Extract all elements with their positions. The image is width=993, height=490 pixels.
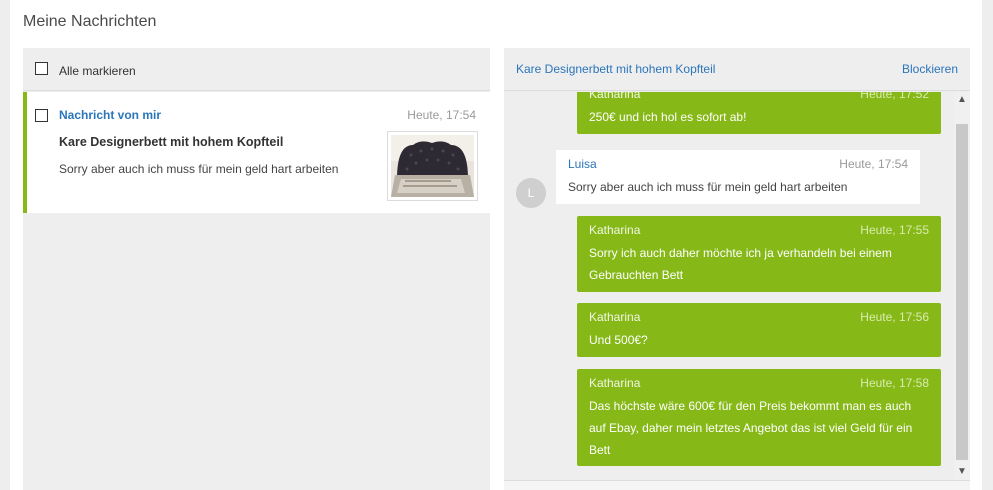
message-subject: Kare Designerbett mit hohem Kopfteil bbox=[59, 135, 284, 149]
messages-card: Meine Nachrichten Alle markieren Nachric… bbox=[10, 0, 982, 490]
conversation-panel: Kare Designerbett mit hohem Kopfteil Blo… bbox=[504, 48, 970, 490]
message-thread[interactable]: Katharina Heute, 17:52 250€ und ich hol … bbox=[504, 92, 954, 480]
chat-message: Katharina Heute, 17:58 Das höchste wäre … bbox=[577, 369, 941, 466]
bed-thumbnail-image[interactable] bbox=[387, 131, 478, 201]
chat-author: Katharina bbox=[589, 310, 641, 324]
chat-text: Das höchste wäre 600€ für den Preis beko… bbox=[589, 399, 913, 457]
chat-message: Katharina Heute, 17:52 250€ und ich hol … bbox=[577, 92, 941, 134]
scroll-down-arrow-icon[interactable]: ▼ bbox=[954, 464, 970, 480]
bed-image-icon bbox=[391, 135, 474, 197]
chat-text: Sorry ich auch daher möchte ich ja verha… bbox=[589, 246, 892, 282]
select-all-label[interactable]: Alle markieren bbox=[59, 64, 136, 78]
chat-text: 250€ und ich hol es sofort ab! bbox=[589, 110, 747, 124]
select-all-checkbox[interactable] bbox=[35, 62, 48, 75]
chat-author: Katharina bbox=[589, 223, 641, 237]
conversation-header: Kare Designerbett mit hohem Kopfteil Blo… bbox=[504, 48, 970, 91]
conversation-footer bbox=[504, 480, 970, 490]
chat-text: Sorry aber auch ich muss für mein geld h… bbox=[568, 180, 848, 194]
conversation-title-link[interactable]: Kare Designerbett mit hohem Kopfteil bbox=[516, 62, 715, 76]
chat-author: Luisa bbox=[568, 157, 597, 171]
message-list-item[interactable]: Nachricht von mir Heute, 17:54 Kare Desi… bbox=[23, 92, 490, 213]
message-list-header: Alle markieren bbox=[23, 48, 490, 91]
chat-message: Katharina Heute, 17:55 Sorry ich auch da… bbox=[577, 216, 941, 292]
page-title: Meine Nachrichten bbox=[23, 13, 157, 30]
scroll-up-arrow-icon[interactable]: ▲ bbox=[954, 92, 970, 108]
message-sender[interactable]: Nachricht von mir bbox=[59, 108, 161, 122]
message-preview: Sorry aber auch ich muss für mein geld h… bbox=[59, 162, 339, 176]
chat-time: Heute, 17:54 bbox=[839, 157, 908, 171]
message-list-panel: Alle markieren Nachricht von mir Heute, … bbox=[23, 48, 490, 490]
chat-time: Heute, 17:52 bbox=[860, 92, 929, 101]
thread-scrollbar[interactable]: ▲ ▼ bbox=[954, 92, 970, 480]
chat-text: Und 500€? bbox=[589, 333, 648, 347]
chat-time: Heute, 17:55 bbox=[860, 223, 929, 237]
scroll-thumb[interactable] bbox=[956, 124, 968, 460]
message-checkbox[interactable] bbox=[35, 109, 48, 122]
chat-author: Katharina bbox=[589, 376, 641, 390]
chat-time: Heute, 17:56 bbox=[860, 310, 929, 324]
chat-message: Katharina Heute, 17:56 Und 500€? bbox=[577, 303, 941, 357]
chat-message: Luisa Heute, 17:54 Sorry aber auch ich m… bbox=[556, 150, 920, 204]
chat-author: Katharina bbox=[589, 92, 641, 101]
chat-time: Heute, 17:58 bbox=[860, 376, 929, 390]
avatar: L bbox=[516, 178, 546, 208]
block-user-link[interactable]: Blockieren bbox=[902, 62, 958, 76]
message-time: Heute, 17:54 bbox=[407, 108, 476, 122]
